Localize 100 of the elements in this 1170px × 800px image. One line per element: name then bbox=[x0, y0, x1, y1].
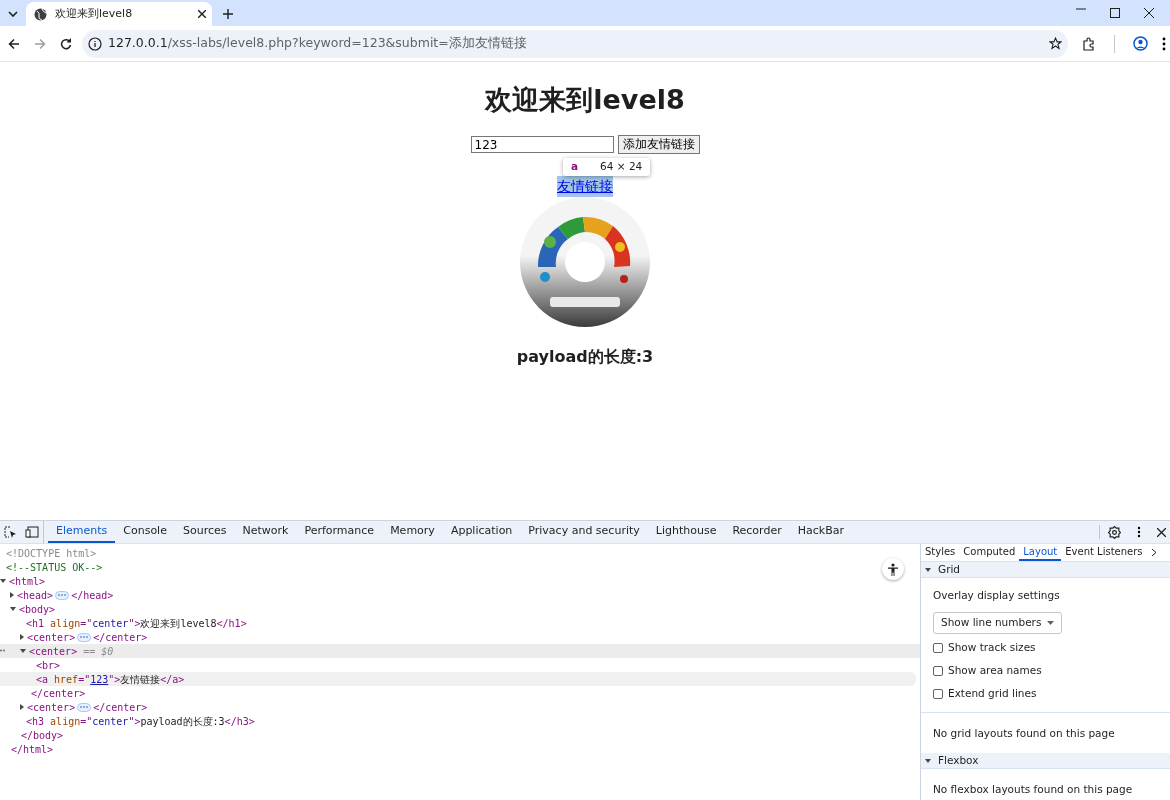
code-text: </head> bbox=[71, 588, 114, 603]
code-text: <!--STATUS OK--> bbox=[6, 560, 103, 575]
devtools-tab[interactable]: Recorder bbox=[724, 521, 790, 543]
devtools-tab[interactable]: Application bbox=[442, 521, 521, 543]
back-arrow-icon[interactable] bbox=[8, 37, 20, 50]
profile-icon[interactable] bbox=[1133, 36, 1148, 51]
checkbox-label: Show area names bbox=[948, 663, 1042, 679]
devtools-tab[interactable]: HackBar bbox=[789, 521, 852, 543]
kebab-menu-icon[interactable] bbox=[1137, 526, 1141, 538]
section-title: Flexbox bbox=[938, 752, 979, 768]
disclosure-triangle-icon[interactable] bbox=[20, 704, 24, 710]
tab-close-icon[interactable] bbox=[198, 10, 206, 18]
tree-row[interactable]: <body> bbox=[0, 602, 920, 616]
checkbox[interactable] bbox=[933, 689, 943, 699]
puzzle-icon[interactable] bbox=[1082, 36, 1096, 51]
plus-icon bbox=[223, 9, 233, 19]
tree-row[interactable]: <center> </center> bbox=[0, 700, 920, 714]
inspect-icon[interactable] bbox=[4, 525, 17, 539]
disclosure-triangle-icon[interactable] bbox=[20, 634, 24, 640]
tree-row[interactable]: <h3 align="center">payload的长度:3</h3> bbox=[0, 714, 920, 728]
section-header[interactable]: Flexbox bbox=[921, 753, 1170, 770]
disclosure-triangle-icon[interactable] bbox=[10, 592, 14, 598]
disclosure-triangle-icon[interactable] bbox=[925, 567, 931, 572]
settings-label: Overlay display settings bbox=[933, 588, 1061, 603]
checkbox-label: Show track sizes bbox=[948, 640, 1036, 656]
tab-title: 欢迎来到level8 bbox=[55, 5, 134, 22]
maximize-icon[interactable] bbox=[1110, 8, 1120, 18]
code-text: <!DOCTYPE html> bbox=[6, 546, 97, 561]
tree-row[interactable]: <!--STATUS OK--> bbox=[0, 560, 920, 574]
code-text: <body> bbox=[19, 602, 56, 617]
code-text: <h1 align="center">欢迎来到level8</h1> bbox=[26, 616, 247, 631]
tree-row[interactable]: <html> bbox=[0, 574, 920, 588]
section-header[interactable]: Grid bbox=[921, 562, 1170, 578]
devtools-tab[interactable]: Privacy and security bbox=[520, 521, 648, 543]
code-text: </center> bbox=[93, 700, 148, 715]
code-text: </center> bbox=[93, 630, 148, 645]
code-text: <center> == $0 bbox=[29, 644, 114, 659]
kebab-menu-icon[interactable] bbox=[1162, 36, 1166, 51]
disclosure-triangle-icon[interactable] bbox=[20, 649, 26, 653]
globe-icon bbox=[34, 7, 47, 21]
disclosure-triangle-icon[interactable] bbox=[925, 758, 931, 763]
devtools-tab[interactable]: Console bbox=[115, 521, 175, 543]
accessibility-icon bbox=[887, 562, 899, 576]
close-icon[interactable] bbox=[1157, 527, 1166, 537]
panel-tab[interactable]: Event Listeners bbox=[1061, 544, 1147, 561]
devtools-tab[interactable]: Network bbox=[234, 521, 297, 543]
disclosure-triangle-icon[interactable] bbox=[10, 607, 16, 611]
payload-length-text: payload的长度:3 bbox=[516, 347, 654, 367]
page-heading: 欢迎来到level8 bbox=[485, 84, 685, 117]
tag-name-text: a bbox=[571, 159, 579, 174]
checkbox[interactable] bbox=[933, 666, 943, 676]
browser-tab[interactable]: 欢迎来到level8 bbox=[26, 2, 212, 26]
code-text: <a href="123">友情链接</a> bbox=[36, 672, 185, 687]
close-icon[interactable] bbox=[1144, 8, 1154, 18]
devtools-tab[interactable]: Sources bbox=[174, 521, 235, 543]
checkbox-label: Extend grid lines bbox=[948, 686, 1037, 702]
keyword-input[interactable]: 123 bbox=[470, 136, 614, 154]
tree-row[interactable]: <h1 align="center">欢迎来到level8</h1> bbox=[0, 616, 920, 630]
tree-row[interactable]: <head> </head> bbox=[0, 588, 920, 602]
panel-tab[interactable]: Computed bbox=[959, 544, 1020, 561]
section-title: Grid bbox=[938, 561, 961, 577]
code-text: <h3 align="center">payload的长度:3</h3> bbox=[26, 714, 255, 729]
code-text: </center> bbox=[31, 686, 86, 701]
collapsed-dots-icon[interactable] bbox=[55, 590, 70, 600]
friend-link[interactable]: 友情链接 bbox=[557, 176, 613, 198]
tree-row[interactable]: <a href="123">友情链接</a> bbox=[0, 672, 916, 686]
submit-button[interactable]: 添加友情链接 bbox=[617, 135, 700, 155]
disclosure-triangle-icon[interactable] bbox=[0, 579, 6, 583]
chevron-right-icon[interactable] bbox=[1150, 548, 1157, 557]
checkbox[interactable] bbox=[933, 643, 943, 653]
tree-row[interactable]: <!DOCTYPE html> bbox=[0, 546, 920, 560]
empty-state-text: No flexbox layouts found on this page bbox=[933, 782, 1134, 798]
element-size-text: 64 × 24 bbox=[600, 159, 643, 174]
collapsed-dots-icon[interactable] bbox=[77, 702, 92, 712]
info-icon[interactable] bbox=[88, 36, 102, 51]
chevron-down-icon bbox=[8, 11, 18, 17]
devtools-tab[interactable]: Memory bbox=[382, 521, 443, 543]
code-text: <center> bbox=[27, 700, 76, 715]
tree-row[interactable]: <center> </center> bbox=[0, 630, 920, 644]
more-dots-icon[interactable] bbox=[0, 648, 5, 653]
devtools-tab[interactable]: Performance bbox=[296, 521, 383, 543]
url-text: 127.0.0.1/xss-labs/level8.php?keyword=123&submit=添加友情链接 bbox=[108, 34, 527, 53]
code-text: <center> bbox=[27, 630, 76, 645]
devtools-tab[interactable]: Elements bbox=[48, 521, 116, 543]
panel-tab[interactable]: Styles bbox=[921, 544, 960, 561]
address-bar[interactable]: 127.0.0.1/xss-labs/level8.php?keyword=123&submit=添加友情链接 bbox=[82, 29, 1068, 58]
caret-down-icon bbox=[1047, 620, 1055, 625]
accessibility-button[interactable] bbox=[882, 558, 904, 580]
code-text: </html> bbox=[11, 742, 54, 757]
star-icon[interactable] bbox=[1049, 37, 1062, 50]
line-numbers-select[interactable]: Show line numbers bbox=[933, 611, 1063, 634]
reload-icon[interactable] bbox=[60, 37, 72, 50]
device-toolbar-icon[interactable] bbox=[25, 526, 39, 538]
tree-row[interactable]: <br> bbox=[0, 658, 920, 672]
collapsed-dots-icon[interactable] bbox=[77, 632, 92, 642]
tree-row[interactable]: <center> == $0 bbox=[0, 644, 920, 658]
settings-icon[interactable] bbox=[1108, 525, 1121, 539]
code-text: </body> bbox=[21, 728, 64, 743]
code-text: <br> bbox=[36, 658, 61, 673]
devtools-tab[interactable]: Lighthouse bbox=[647, 521, 725, 543]
